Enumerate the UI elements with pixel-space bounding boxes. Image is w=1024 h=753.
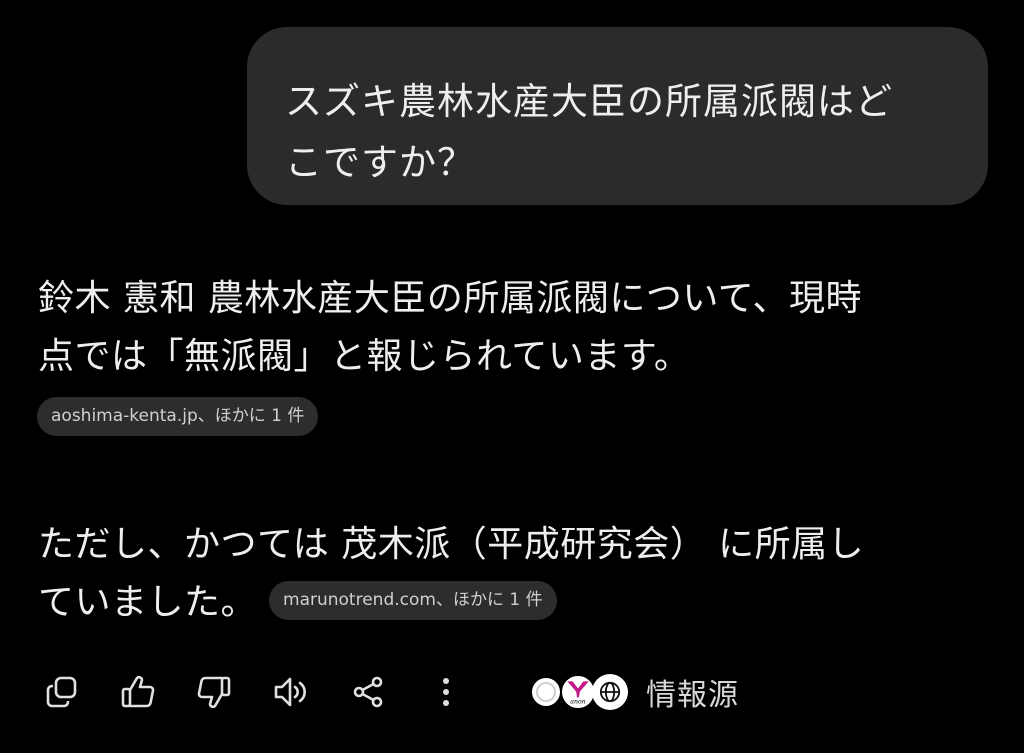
globe-icon (599, 681, 621, 703)
answer-paragraph-1-line-2: 点では「無派閥」と報じられています。 (38, 336, 691, 377)
anon-logo-text: anon (570, 699, 585, 706)
user-message-line-2: こですか？ (285, 141, 475, 184)
share-button[interactable] (346, 670, 390, 714)
thumbs-down-icon (197, 676, 231, 709)
anon-logo-icon: anon (567, 681, 589, 706)
copy-icon (46, 676, 77, 708)
answer-paragraph-1: 鈴木 憲和 農林水産大臣の所属派閥について、現時 点では「無派閥」と報じられてい… (38, 270, 988, 386)
thumbs-up-icon (121, 675, 155, 708)
user-message-bubble: スズキ農林水産大臣の所属派閥はど こですか？ (247, 27, 988, 205)
source-favicon-anon: anon (560, 674, 596, 710)
source-chip-aoshima[interactable]: aoshima-kenta.jp、ほかに 1 件 (37, 397, 319, 436)
sources-button[interactable]: anon 情報源 (528, 668, 739, 716)
sources-label: 情報源 (646, 678, 739, 713)
source-favicon-globe (592, 674, 628, 710)
more-vertical-icon (443, 678, 449, 706)
source-favicon-1 (528, 674, 564, 710)
source-chip-marunotrend[interactable]: marunotrend.com、ほかに 1 件 (269, 580, 557, 620)
thumbs-up-button[interactable] (116, 670, 160, 714)
answer-paragraph-2: ただし、かつては 茂木派（平成研究会） に所属し ていました。 marunotre… (38, 516, 988, 632)
answer-paragraph-2-line-1: ただし、かつては 茂木派（平成研究会） に所属し (38, 524, 865, 565)
answer-paragraph-2-line-2: ていました。 (38, 582, 258, 623)
share-icon (353, 676, 383, 708)
answer-paragraph-2-line-2-row: ていました。 marunotrend.com、ほかに 1 件 (38, 574, 988, 632)
copy-button[interactable] (40, 670, 84, 714)
read-aloud-button[interactable] (268, 670, 312, 714)
thumbs-down-button[interactable] (192, 670, 236, 714)
speaker-icon (274, 677, 306, 707)
user-message-line-1: スズキ農林水産大臣の所属派閥はど (285, 80, 893, 123)
more-options-button[interactable] (424, 670, 468, 714)
response-action-bar: anon 情報源 (40, 666, 980, 720)
answer-paragraph-1-line-1: 鈴木 憲和 農林水産大臣の所属派閥について、現時 (38, 278, 863, 319)
